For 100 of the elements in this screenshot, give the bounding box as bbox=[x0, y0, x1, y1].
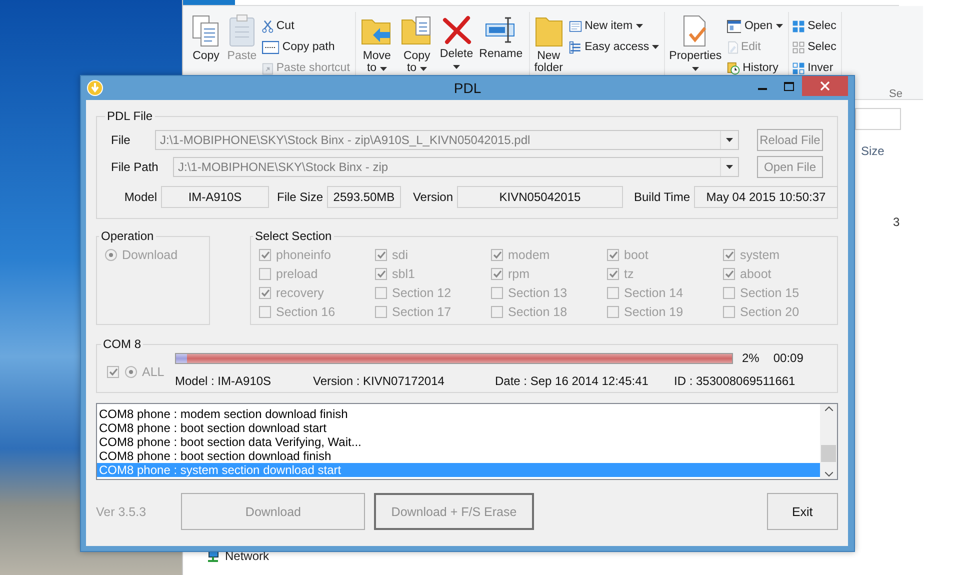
section-checkbox[interactable]: modem bbox=[491, 247, 607, 263]
pencil-icon bbox=[726, 40, 738, 54]
search-field[interactable] bbox=[855, 108, 901, 130]
clipboard-icon bbox=[227, 14, 257, 48]
check-icon bbox=[260, 289, 270, 297]
section-checkbox[interactable]: Section 12 bbox=[375, 285, 491, 301]
section-checkbox[interactable]: rpm bbox=[491, 266, 607, 282]
scrollbar-thumb[interactable] bbox=[821, 445, 836, 462]
field-label: File Size bbox=[276, 190, 323, 204]
ribbon-button[interactable]: Move to bbox=[358, 12, 395, 76]
port-checkbox[interactable] bbox=[107, 366, 119, 378]
section-checkbox[interactable]: Section 13 bbox=[491, 285, 607, 301]
check-icon bbox=[608, 251, 618, 259]
section-checkbox[interactable]: sdi bbox=[375, 247, 491, 263]
section-checkbox[interactable]: Section 18 bbox=[491, 304, 607, 320]
section-checkbox[interactable]: recovery bbox=[259, 285, 375, 301]
date-text: Date : Sep 16 2014 12:45:41 bbox=[495, 374, 650, 388]
section-checkbox[interactable]: boot bbox=[607, 247, 723, 263]
grid-mixed-icon bbox=[792, 62, 805, 74]
caret-icon bbox=[726, 138, 733, 142]
group-title: Operation bbox=[100, 229, 155, 243]
check-icon bbox=[724, 270, 734, 278]
check-icon bbox=[724, 251, 734, 259]
path-icon bbox=[262, 40, 280, 54]
version-text: Version : KIVN07172014 bbox=[313, 374, 446, 388]
reload-file-button[interactable]: Reload File bbox=[757, 129, 823, 151]
field-label: Build Time bbox=[632, 190, 690, 204]
ribbon-button[interactable]: Easy access bbox=[568, 40, 660, 54]
ribbon-button[interactable]: Selec bbox=[792, 19, 836, 33]
ribbon-button[interactable]: Copy to bbox=[398, 12, 435, 76]
column-header[interactable]: Size bbox=[861, 144, 884, 158]
log-line[interactable]: COM8 phone : boot section download finish bbox=[97, 449, 820, 463]
ribbon-button[interactable]: New folder bbox=[532, 12, 565, 76]
scroll-down-icon[interactable] bbox=[824, 472, 832, 477]
path-dropdown[interactable]: J:\1-MOBIPHONE\SKY\Stock Binx - zip\A910S_L_KIVN05042015.pdl bbox=[155, 130, 739, 150]
id-text: ID : 353008069511661 bbox=[674, 374, 796, 388]
caret-icon bbox=[726, 165, 733, 169]
ribbon-button[interactable]: Selec bbox=[792, 40, 836, 54]
cross-icon bbox=[440, 14, 473, 46]
info-field: KIVN05042015 bbox=[457, 186, 623, 208]
ribbon-button[interactable]: Open bbox=[726, 19, 783, 33]
info-field: 2593.50MB bbox=[327, 186, 401, 208]
ribbon-button[interactable]: Properties bbox=[668, 12, 723, 76]
open-file-button[interactable]: Open File bbox=[757, 156, 823, 178]
section-checkbox[interactable]: Section 15 bbox=[723, 285, 839, 301]
section-checkbox[interactable]: Section 20 bbox=[723, 304, 839, 320]
scissors-icon bbox=[262, 20, 274, 32]
group-title: Select Section bbox=[254, 229, 333, 243]
field-label: Model bbox=[123, 190, 157, 204]
field-label: File Path bbox=[111, 160, 160, 174]
log-line[interactable]: COM8 phone : boot section download start bbox=[97, 421, 820, 435]
download-radio[interactable]: Download bbox=[105, 247, 201, 263]
ribbon-button[interactable]: Inver bbox=[792, 61, 836, 75]
section-checkbox[interactable]: Section 16 bbox=[259, 304, 375, 320]
exit-button[interactable]: Exit bbox=[766, 493, 838, 530]
log-line[interactable]: COM8 phone : modem section download finish bbox=[97, 407, 820, 421]
field-label: Version bbox=[412, 190, 453, 204]
check-icon bbox=[492, 270, 502, 278]
section-checkbox[interactable]: Section 19 bbox=[607, 304, 723, 320]
group-title: PDL File bbox=[106, 109, 154, 123]
info-field: IM-A910S bbox=[161, 186, 269, 208]
ribbon-button[interactable]: Delete bbox=[438, 12, 474, 74]
shortcut-icon bbox=[262, 62, 274, 74]
section-checkbox[interactable]: phoneinfo bbox=[259, 247, 375, 263]
group-label: Se bbox=[889, 88, 902, 100]
section-checkbox[interactable]: sbl1 bbox=[375, 266, 491, 282]
scrollbar[interactable] bbox=[820, 404, 837, 479]
check-icon bbox=[608, 270, 618, 278]
ribbon-button[interactable]: Cut bbox=[262, 19, 350, 33]
list-icon bbox=[568, 40, 582, 54]
all-radio[interactable]: ALL bbox=[125, 364, 164, 380]
window-title: PDL bbox=[452, 80, 482, 96]
progress-percent: 2% bbox=[742, 351, 760, 365]
check-icon bbox=[108, 368, 118, 376]
close-button[interactable] bbox=[802, 76, 848, 96]
field-label: File bbox=[111, 133, 132, 147]
section-checkbox[interactable]: preload bbox=[259, 266, 375, 282]
window-icon bbox=[726, 20, 742, 32]
clock-icon bbox=[726, 62, 740, 74]
maximize-icon bbox=[784, 82, 794, 90]
documents-icon bbox=[191, 14, 221, 48]
check-icon bbox=[376, 270, 386, 278]
check-icon bbox=[492, 251, 502, 259]
path-dropdown[interactable]: J:\1-MOBIPHONE\SKY\Stock Binx - zip bbox=[173, 157, 739, 177]
ribbon-button[interactable]: History bbox=[726, 61, 783, 75]
ribbon-button[interactable]: New item bbox=[568, 19, 660, 33]
section-checkbox[interactable]: system bbox=[723, 247, 839, 263]
section-checkbox[interactable]: tz bbox=[607, 266, 723, 282]
group-title: COM 8 bbox=[102, 337, 142, 351]
section-checkbox[interactable]: Section 17 bbox=[375, 304, 491, 320]
section-checkbox[interactable]: aboot bbox=[723, 266, 839, 282]
ribbon-button[interactable]: Rename bbox=[478, 12, 524, 62]
ribbon-button[interactable]: Copy path bbox=[262, 40, 350, 54]
check-icon bbox=[260, 251, 270, 259]
log-line[interactable]: COM8 phone : boot section data Verifying, Wait... bbox=[97, 435, 820, 449]
ribbon-button[interactable]: Copy bbox=[190, 12, 222, 64]
version-label: Ver 3.5.3 bbox=[96, 504, 148, 518]
scroll-up-icon[interactable] bbox=[824, 406, 832, 411]
elapsed-time: 00:09 bbox=[773, 351, 804, 365]
section-checkbox[interactable]: Section 14 bbox=[607, 285, 723, 301]
